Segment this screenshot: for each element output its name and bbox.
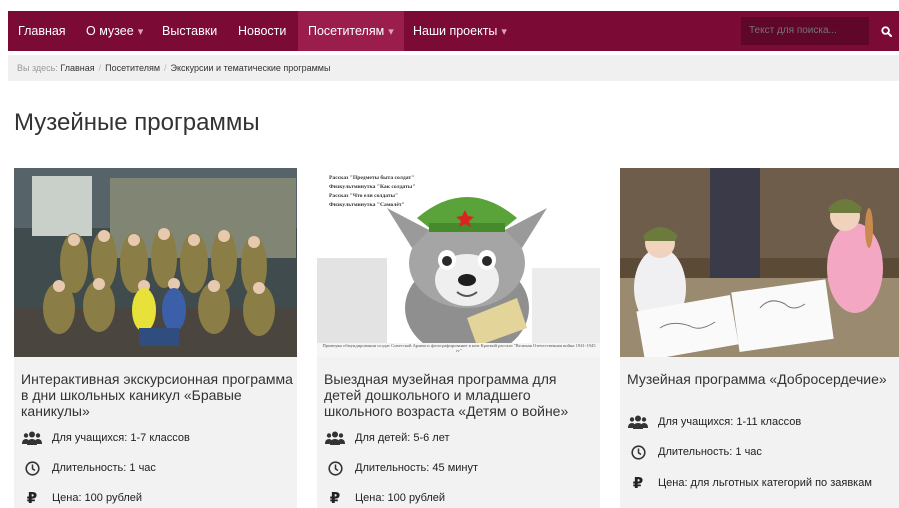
ruble-icon: ₽ bbox=[26, 489, 38, 507]
duration-text: Длительность: 45 минут bbox=[355, 462, 479, 474]
search-input[interactable] bbox=[741, 17, 869, 45]
search-icon bbox=[880, 25, 892, 37]
breadcrumb-separator: / bbox=[98, 63, 102, 73]
nav-item-news[interactable]: Новости bbox=[238, 11, 286, 51]
photo-text-line: Физкультминутка "Самолёт" bbox=[329, 202, 405, 208]
clock-icon bbox=[21, 460, 43, 476]
nav-item-label: О музее bbox=[86, 24, 134, 38]
nav-item-exhibitions[interactable]: Выставки bbox=[162, 11, 217, 51]
program-card[interactable]: Интерактивная экскурсионная программа в … bbox=[14, 168, 297, 508]
ruble-icon: ₽ bbox=[329, 489, 341, 507]
photo-caption: Примерка обмундирования солдат Советской… bbox=[322, 343, 596, 354]
program-photo[interactable] bbox=[14, 168, 297, 357]
duration-text: Длительность: 1 час bbox=[658, 446, 762, 458]
program-photo[interactable]: Рассказ "Предметы быта солдат" Физкультм… bbox=[317, 168, 600, 357]
program-title[interactable]: Интерактивная экскурсионная программа в … bbox=[21, 371, 293, 419]
nav-item-projects[interactable]: Наши проекты ▾ bbox=[413, 11, 507, 51]
audience-row: Для учащихся: 1-7 классов bbox=[21, 429, 190, 447]
nav-item-label: Новости bbox=[238, 24, 287, 38]
nav-item-label: Главная bbox=[18, 24, 66, 38]
nav-item-about[interactable]: О музее ▾ bbox=[86, 11, 143, 51]
chevron-down-icon: ▾ bbox=[501, 26, 507, 38]
price-row: ₽ Цена: для льготных категорий по заявка… bbox=[627, 474, 872, 492]
breadcrumb-link-home[interactable]: Главная bbox=[60, 63, 94, 73]
breadcrumb: Вы здесь: Главная / Посетителям / Экскурсии … bbox=[8, 55, 899, 81]
program-card[interactable]: Рассказ "Предметы быта солдат" Физкультм… bbox=[317, 168, 600, 508]
audience-row: Для учащихся: 1-11 классов bbox=[627, 413, 801, 431]
duration-row: Длительность: 1 час bbox=[21, 459, 156, 477]
breadcrumb-link-visitors[interactable]: Посетителям bbox=[105, 63, 160, 73]
search-button[interactable] bbox=[873, 17, 899, 45]
price-text: Цена: для льготных категорий по заявкам bbox=[658, 477, 872, 489]
page-title: Музейные программы bbox=[14, 109, 260, 136]
nav-item-visitors[interactable]: Посетителям ▾ bbox=[298, 11, 404, 51]
chevron-down-icon: ▾ bbox=[388, 26, 394, 38]
program-title[interactable]: Выездная музейная программа для детей до… bbox=[324, 371, 596, 419]
duration-text: Длительность: 1 час bbox=[52, 462, 156, 474]
program-photo[interactable] bbox=[620, 168, 899, 357]
users-icon bbox=[21, 431, 43, 445]
price-text: Цена: 100 рублей bbox=[355, 492, 446, 504]
chevron-down-icon: ▾ bbox=[137, 26, 144, 38]
clock-icon bbox=[324, 460, 346, 476]
nav-item-label: Наши проекты bbox=[413, 24, 498, 38]
ruble-icon: ₽ bbox=[632, 474, 644, 492]
audience-text: Для детей: 5-6 лет bbox=[355, 432, 450, 444]
nav-item-home[interactable]: Главная bbox=[18, 11, 66, 51]
users-icon bbox=[324, 431, 346, 445]
main-navbar: Главная О музее ▾ Выставки Новости Посети… bbox=[8, 11, 899, 51]
price-text: Цена: 100 рублей bbox=[52, 492, 143, 504]
audience-text: Для учащихся: 1-11 классов bbox=[658, 416, 802, 428]
nav-item-label: Посетителям bbox=[308, 24, 385, 38]
photo-text-line: Рассказ "Предметы быта солдат" bbox=[329, 174, 414, 181]
photo-text-line: Рассказ "Что ели солдаты" bbox=[329, 193, 398, 199]
audience-text: Для учащихся: 1-7 классов bbox=[52, 432, 190, 444]
duration-row: Длительность: 1 час bbox=[627, 443, 762, 461]
breadcrumb-separator: / bbox=[164, 63, 167, 73]
audience-row: Для детей: 5-6 лет bbox=[324, 429, 450, 447]
duration-row: Длительность: 45 минут bbox=[324, 459, 478, 477]
price-row: ₽ Цена: 100 рублей bbox=[324, 489, 445, 507]
program-title[interactable]: Музейная программа «Добросердечие» bbox=[627, 371, 899, 387]
price-row: ₽ Цена: 100 рублей bbox=[21, 489, 142, 507]
breadcrumb-current: Экскурсии и тематические программы bbox=[170, 63, 331, 73]
nav-item-label: Выставки bbox=[162, 24, 218, 38]
photo-text-line: Физкультминутка "Как солдаты" bbox=[329, 184, 415, 190]
program-card[interactable]: Музейная программа «Добросердечие» Для у… bbox=[620, 168, 899, 508]
users-icon bbox=[627, 415, 649, 429]
breadcrumb-prefix: Вы здесь: bbox=[17, 63, 58, 73]
clock-icon bbox=[627, 444, 649, 460]
